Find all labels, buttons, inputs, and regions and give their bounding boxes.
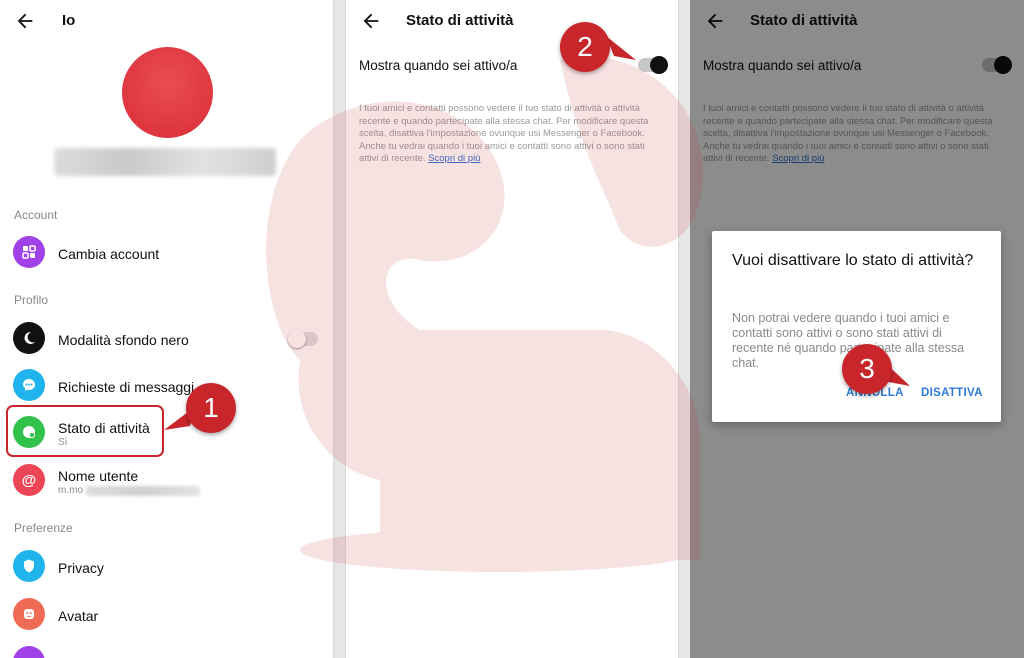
menu-item-label: Modalità sfondo nero bbox=[58, 332, 189, 348]
dark-mode-toggle[interactable] bbox=[288, 330, 318, 348]
partial-menu-icon bbox=[13, 646, 45, 658]
activity-status-screen: Stato di attività Mostra quando sei atti… bbox=[345, 0, 679, 658]
menu-item-label: Avatar bbox=[58, 608, 99, 624]
page-title: Stato di attività bbox=[406, 12, 514, 29]
confirm-dialog-screen: Stato di attività Mostra quando sei atti… bbox=[690, 0, 1024, 658]
menu-item-label: Cambia account bbox=[58, 246, 160, 262]
menu-item-privacy[interactable]: Privacy bbox=[0, 544, 333, 588]
confirm-dialog: Vuoi disattivare lo stato di attività? N… bbox=[712, 231, 1001, 422]
section-profile: Profilo bbox=[14, 293, 49, 307]
dialog-title: Vuoi disattivare lo stato di attività? bbox=[732, 252, 974, 269]
page-title: Io bbox=[62, 12, 76, 29]
menu-item-label: Richieste di messaggi bbox=[58, 379, 195, 395]
description-body: I tuoi amici e contatti possono vedere i… bbox=[359, 103, 649, 164]
top-bar: Io bbox=[0, 0, 333, 42]
menu-item-label: Privacy bbox=[58, 560, 104, 576]
menu-item-label: Nome utente bbox=[58, 468, 139, 484]
moon-icon bbox=[13, 322, 45, 354]
shield-icon bbox=[13, 550, 45, 582]
avatar-icon bbox=[13, 598, 45, 630]
menu-item-sublabel: m.mo bbox=[58, 485, 83, 496]
menu-item-avatar[interactable]: Avatar bbox=[0, 592, 333, 636]
section-preferences: Preferenze bbox=[14, 521, 73, 535]
highlight-frame bbox=[6, 405, 164, 457]
message-request-icon bbox=[13, 369, 45, 401]
setting-label: Mostra quando sei attivo/a bbox=[359, 58, 518, 73]
step-badge: 3 bbox=[842, 344, 892, 394]
step-badge: 1 bbox=[186, 383, 236, 433]
at-sign-icon: @ bbox=[13, 464, 45, 496]
activity-status-toggle[interactable] bbox=[638, 56, 668, 74]
blurred-username bbox=[86, 486, 200, 496]
back-arrow-icon[interactable] bbox=[360, 10, 382, 32]
section-account: Account bbox=[14, 208, 58, 222]
profile-screen: Io Account Cambia account Profilo Modali… bbox=[0, 0, 334, 658]
step-badge: 2 bbox=[560, 22, 610, 72]
menu-item-switch-account[interactable]: Cambia account bbox=[0, 230, 333, 274]
learn-more-link[interactable]: Scopri di più bbox=[428, 153, 480, 164]
profile-avatar[interactable] bbox=[122, 47, 213, 138]
menu-item-dark-mode[interactable]: Modalità sfondo nero bbox=[0, 316, 333, 360]
back-arrow-icon[interactable] bbox=[14, 10, 36, 32]
disable-button[interactable]: DISATTIVA bbox=[921, 387, 983, 399]
menu-item-username[interactable]: @ Nome utente m.mo bbox=[0, 458, 333, 502]
description-text: I tuoi amici e contatti possono vedere i… bbox=[359, 103, 655, 166]
blurred-user-name bbox=[54, 148, 276, 176]
switch-account-icon bbox=[13, 236, 45, 268]
